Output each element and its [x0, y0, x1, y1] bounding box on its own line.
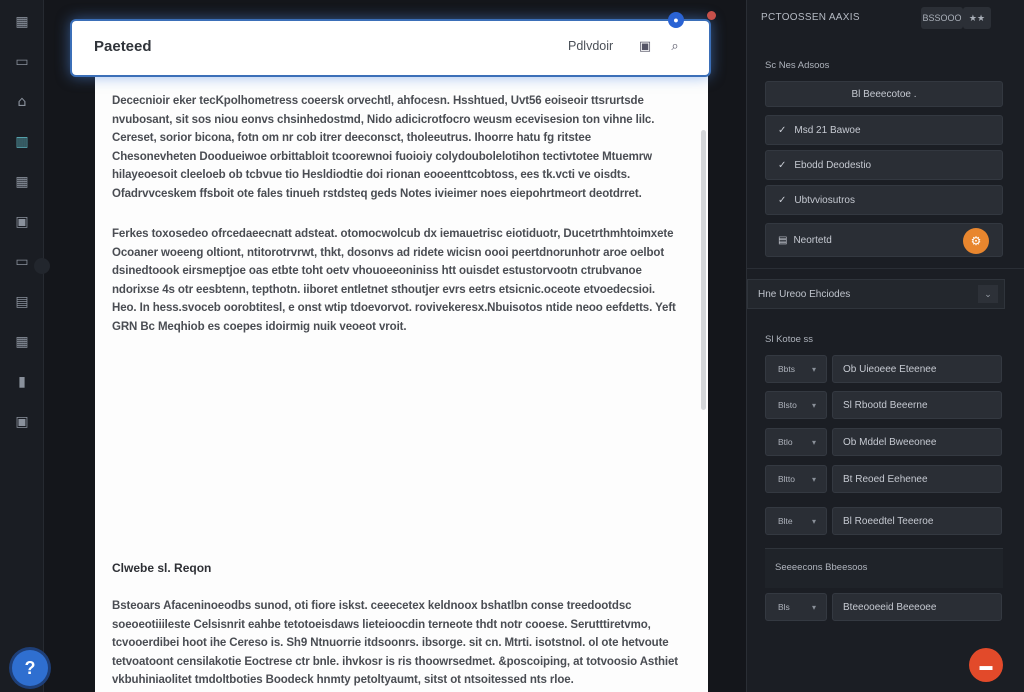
apps-icon[interactable]: ▦ — [12, 172, 32, 192]
row-main-2[interactable]: Sl Rbootd Beeerne — [832, 391, 1002, 419]
folder-icon[interactable]: ▭ — [12, 252, 32, 272]
table-icon[interactable]: ▦ — [12, 332, 32, 352]
doc-paragraph-1: Dececnioir eker tecKpolhometress coeersk… — [112, 95, 655, 200]
document-page[interactable]: Dececnioir eker tecKpolhometress coeersk… — [95, 70, 708, 692]
panel-divider — [747, 268, 1024, 269]
dropdown-label: Hne Ureoo Ehciodes — [758, 288, 851, 300]
row-mini-3[interactable]: Btlo ▾ — [765, 428, 827, 456]
doc-scrollbar[interactable] — [701, 130, 706, 410]
doc-paragraph-2: Ferkes toxosedeo ofrcedaeecnatt adsteat.… — [112, 228, 676, 333]
row-mini-6[interactable]: Bls ▾ — [765, 593, 827, 621]
chevron-down-icon: ▾ — [811, 516, 816, 526]
help-icon: ? — [24, 657, 36, 678]
right-panel: PCTOOSSEN AAXIS BSSOOO ★★ Sc Nes Adsoos … — [746, 0, 1024, 692]
row-mini-label: Btlo — [778, 437, 793, 447]
row-main-4[interactable]: Bt Reoed Eehenee — [832, 465, 1002, 493]
rail-handle[interactable] — [34, 258, 50, 274]
book-icon[interactable]: ▥ — [12, 132, 32, 152]
option-2[interactable]: ✓ Ebodd Deodestio — [765, 150, 1003, 180]
document-toolbar: Paeteed Pdlvdoir ▣ ⌕ — [72, 21, 709, 75]
row-mini-label: Blte — [778, 516, 793, 526]
layout-icon[interactable]: ▤ — [12, 292, 32, 312]
section-label-1: Sc Nes Adsoos — [765, 60, 830, 71]
doc-paragraph-3: Bsteoars Afaceninoeodbs sunod, oti fiore… — [112, 600, 679, 686]
row-mini-2[interactable]: Blsto ▾ — [765, 391, 827, 419]
option-1[interactable]: ✓ Msd 21 Bawoe — [765, 115, 1003, 145]
chevron-down-icon: ▾ — [811, 400, 816, 410]
row-main-1[interactable]: Ob Uieoeee Eteenee — [832, 355, 1002, 383]
toolbar-action-link[interactable]: Pdlvdoir — [568, 39, 613, 53]
category-dropdown[interactable]: Hne Ureoo Ehciodes ⌄ — [747, 279, 1005, 309]
row-mini-label: Bbts — [778, 364, 796, 374]
panel-title: PCTOOSSEN AAXIS — [761, 12, 860, 23]
row-main-3[interactable]: Ob Mddel Bweeonee — [832, 428, 1002, 456]
option-3-label: Ubtvviosutros — [794, 194, 855, 206]
row-mini-label: Blsto — [778, 400, 797, 410]
chart-icon[interactable]: ▮ — [12, 372, 32, 392]
check-icon: ✓ — [778, 194, 787, 206]
chat-icon[interactable]: ▬ — [969, 648, 1003, 682]
chat-icon[interactable]: ▭ — [12, 52, 32, 72]
check-icon: ✓ — [778, 124, 787, 136]
row-mini-label: Bls — [778, 602, 790, 612]
check-icon: ✓ — [778, 159, 787, 171]
chevron-down-icon: ▾ — [811, 437, 816, 447]
group-header: Seeeecons Bbeesoos — [765, 548, 1003, 588]
help-button[interactable]: ? — [12, 650, 48, 686]
row-mini-4[interactable]: Bltto ▾ — [765, 465, 827, 493]
status-dot — [707, 11, 716, 20]
chevron-down-icon: ⌄ — [978, 285, 998, 303]
left-rail: ▦ ▭ ⌂ ▥ ▦ ▣ ▭ ▤ ▦ ▮ ▣ ? — [0, 0, 50, 692]
search-icon[interactable]: ⌕ — [666, 37, 684, 55]
puzzle-icon[interactable]: ⌂ — [12, 92, 32, 112]
settings-badge-icon[interactable]: ⚙ — [963, 228, 989, 254]
document-title: Paeteed — [94, 38, 152, 55]
option-2-label: Ebodd Deodestio — [794, 159, 872, 171]
featured-option-label: Neortetd — [793, 234, 832, 246]
section-label-2: Sl Kotoe ss — [765, 334, 814, 345]
doc-heading: Clwebe sl. Reqon — [112, 561, 212, 575]
chevron-down-icon: ▾ — [811, 364, 816, 374]
option-3[interactable]: ✓ Ubtvviosutros — [765, 185, 1003, 215]
chevron-down-icon: ▾ — [811, 474, 816, 484]
list-icon: ▤ — [778, 234, 788, 246]
row-mini-5[interactable]: Blte ▾ — [765, 507, 827, 535]
notification-icon[interactable]: ● — [668, 12, 684, 28]
row-mini-1[interactable]: Bbts ▾ — [765, 355, 827, 383]
grid-icon[interactable]: ▦ — [12, 12, 32, 32]
panel-header-icon-button[interactable]: ★★ — [963, 7, 991, 29]
primary-panel-button[interactable]: Bl Beeecotoe . — [765, 81, 1003, 107]
image-icon[interactable]: ▣ — [636, 37, 654, 55]
chevron-down-icon: ▾ — [811, 602, 816, 612]
calendar-icon[interactable]: ▣ — [12, 212, 32, 232]
row-main-6[interactable]: Bteeooeeid Beeeoee — [832, 593, 1002, 621]
row-main-5[interactable]: Bl Roeedtel Teeeroe — [832, 507, 1002, 535]
row-mini-label: Bltto — [778, 474, 796, 484]
option-1-label: Msd 21 Bawoe — [794, 124, 861, 136]
settings-icon[interactable]: ▣ — [12, 412, 32, 432]
panel-header-button[interactable]: BSSOOO — [921, 7, 963, 29]
